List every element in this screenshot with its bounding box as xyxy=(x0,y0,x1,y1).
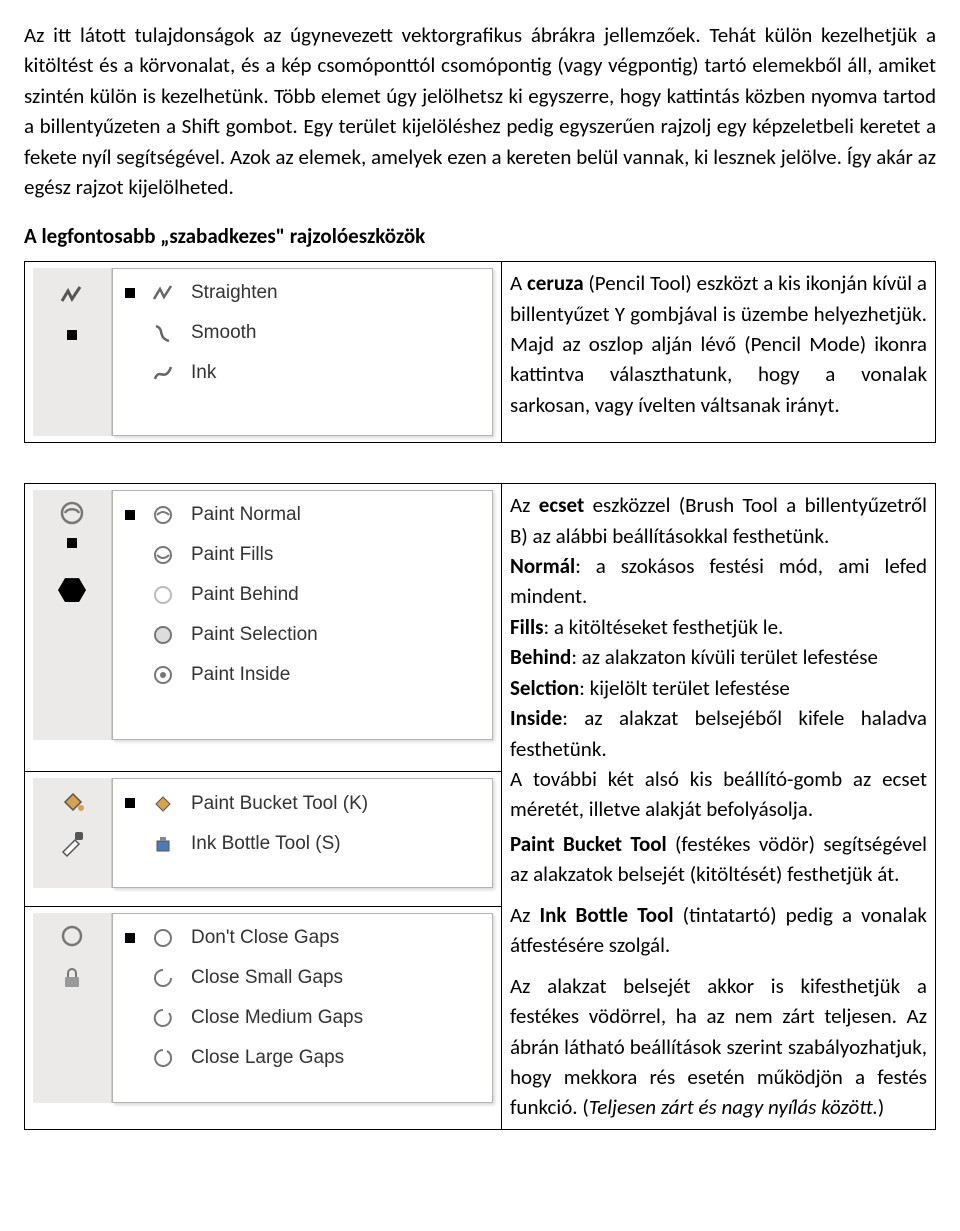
pencil-mode-menu[interactable]: Straighten Smooth Ink xyxy=(112,268,493,436)
pencil-menu-cell: Straighten Smooth Ink xyxy=(25,262,502,443)
brush-mode-menu[interactable]: Paint Normal Paint Fills Paint Behind Pa… xyxy=(112,490,493,740)
bucket-menu-cell: Paint Bucket Tool (K) Ink Bottle Tool (S… xyxy=(25,772,502,907)
paint-behind-icon xyxy=(149,581,177,609)
menu-item-paint-fills[interactable]: Paint Fills xyxy=(113,535,492,575)
menu-item-ink-bottle[interactable]: Ink Bottle Tool (S) xyxy=(113,823,492,863)
gap-menu-cell: Don't Close Gaps Close Small Gaps Close … xyxy=(25,907,502,1130)
straighten-tool-icon[interactable] xyxy=(55,278,89,312)
menu-label: Close Large Gaps xyxy=(191,1044,478,1072)
menu-item-ink[interactable]: Ink xyxy=(113,353,492,393)
paint-selection-icon xyxy=(149,621,177,649)
menu-item-smooth[interactable]: Smooth xyxy=(113,313,492,353)
menu-item-straighten[interactable]: Straighten xyxy=(113,273,492,313)
brush-bucket-description: Az ecset eszközzel (Brush Tool a billent… xyxy=(502,484,936,1130)
menu-item-close-small-gaps[interactable]: Close Small Gaps xyxy=(113,958,492,998)
menu-label: Paint Inside xyxy=(191,661,478,689)
menu-item-close-medium-gaps[interactable]: Close Medium Gaps xyxy=(113,998,492,1038)
paint-fills-icon xyxy=(149,541,177,569)
selection-marker-icon xyxy=(67,538,77,548)
menu-item-paint-inside[interactable]: Paint Inside xyxy=(113,655,492,695)
paint-normal-tool-icon[interactable] xyxy=(55,496,89,530)
menu-item-paint-behind[interactable]: Paint Behind xyxy=(113,575,492,615)
gap-medium-icon xyxy=(149,1004,177,1032)
lock-fill-icon[interactable] xyxy=(55,961,89,995)
gap-tool-icon[interactable] xyxy=(55,919,89,953)
gap-none-icon xyxy=(149,924,177,952)
menu-item-paint-normal[interactable]: Paint Normal xyxy=(113,495,492,535)
gap-small-icon xyxy=(149,964,177,992)
menu-label: Close Medium Gaps xyxy=(191,1004,478,1032)
menu-label: Don't Close Gaps xyxy=(191,924,478,952)
menu-label: Paint Selection xyxy=(191,621,478,649)
paint-bucket-tool-icon[interactable] xyxy=(55,784,89,818)
menu-label: Paint Bucket Tool (K) xyxy=(191,790,478,818)
selection-marker-icon xyxy=(67,330,77,340)
ink-icon xyxy=(149,359,177,387)
menu-label: Close Small Gaps xyxy=(191,964,478,992)
eyedropper-tool-icon[interactable] xyxy=(55,826,89,860)
paint-normal-icon xyxy=(149,501,177,529)
menu-item-paint-bucket[interactable]: Paint Bucket Tool (K) xyxy=(113,783,492,823)
menu-label: Smooth xyxy=(191,319,478,347)
menu-label: Straighten xyxy=(191,279,478,307)
gap-large-icon xyxy=(149,1044,177,1072)
brush-shape-icon[interactable] xyxy=(58,578,86,602)
straighten-icon xyxy=(149,279,177,307)
menu-label: Ink Bottle Tool (S) xyxy=(191,830,478,858)
smooth-icon xyxy=(149,319,177,347)
menu-label: Paint Behind xyxy=(191,581,478,609)
paint-inside-icon xyxy=(149,661,177,689)
pencil-description: A ceruza (Pencil Tool) eszközt a kis iko… xyxy=(502,262,936,443)
menu-item-close-large-gaps[interactable]: Close Large Gaps xyxy=(113,1038,492,1078)
menu-item-paint-selection[interactable]: Paint Selection xyxy=(113,615,492,655)
menu-label: Paint Normal xyxy=(191,501,478,529)
brush-menu-cell: Paint Normal Paint Fills Paint Behind Pa… xyxy=(25,484,502,772)
gap-size-menu[interactable]: Don't Close Gaps Close Small Gaps Close … xyxy=(112,913,493,1103)
menu-label: Paint Fills xyxy=(191,541,478,569)
intro-paragraph: Az itt látott tulajdonságok az úgyneveze… xyxy=(24,20,936,203)
menu-label: Ink xyxy=(191,359,478,387)
tools-table: Straighten Smooth Ink A ceruza (Pencil T… xyxy=(24,261,936,1130)
section-heading: A legfontosabb „szabadkezes" rajzolóeszk… xyxy=(24,221,936,251)
ink-bottle-icon xyxy=(149,829,177,857)
bucket-tool-menu[interactable]: Paint Bucket Tool (K) Ink Bottle Tool (S… xyxy=(112,778,493,888)
paint-bucket-icon xyxy=(149,789,177,817)
menu-item-dont-close-gaps[interactable]: Don't Close Gaps xyxy=(113,918,492,958)
